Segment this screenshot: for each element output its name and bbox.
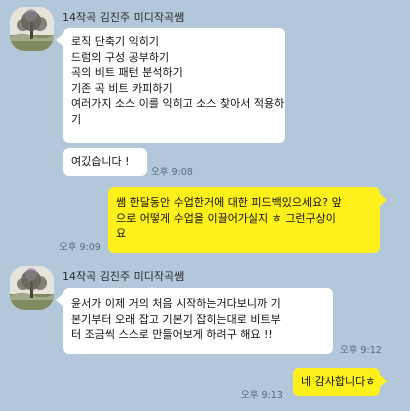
message-time: 오후 9:13 — [241, 390, 283, 401]
message-bubble[interactable]: 쌤 한달동안 수업한거에 대한 피드백있으세요? 앞 으로 어떻게 수업을 이끌… — [108, 187, 380, 253]
message-time: 오후 9:09 — [59, 242, 101, 253]
message-line: 쌤 한달동안 수업한거에 대한 피드백있으세요? 앞 — [116, 196, 342, 209]
message-bubble[interactable]: 로직 단축기 익히기 드럼의 구성 공부하기 곡의 비트 패턴 분석하기 기존 … — [63, 28, 285, 143]
message-line: 터 조금씩 스스로 만들어보게 하려구 해요 !! — [71, 328, 273, 341]
sender-name: 14작곡 김진주 미디작곡쌤 — [62, 270, 185, 283]
message-line: 요 — [116, 227, 127, 240]
bubble-tail — [56, 34, 63, 46]
message-line: 윤서가 이제 거의 처음 시작하는거다보니까 기 — [71, 297, 281, 310]
bubble-tail — [56, 294, 63, 306]
message-time: 오후 9:08 — [151, 167, 193, 178]
message-line: 기 — [71, 112, 82, 126]
message-line: 으로 어떻게 수업을 이끌어가실지 ㅎ 그런구상이 — [116, 211, 336, 225]
message-line: 본기부터 오래 잡고 기본기 잡히는대로 비트부 — [71, 312, 281, 326]
tree-landscape-photo-icon — [10, 7, 54, 51]
message-line: 여깄습니다 ! — [71, 155, 130, 168]
message-bubble[interactable]: 윤서가 이제 거의 처음 시작하는거다보니까 기 본기부터 오래 잡고 기본기 … — [63, 288, 333, 354]
message-line: 드럼의 구성 공부하기 — [71, 50, 170, 64]
tree-landscape-photo-icon — [10, 266, 54, 310]
bubble-tail — [380, 375, 387, 387]
message-line: 로직 단축기 익히기 — [71, 35, 159, 48]
message-line: 여러가지 소스 이를 익히고 소스 찾아서 적용하 — [71, 97, 285, 110]
message-line: 기존 곡 비트 카피하기 — [71, 81, 173, 95]
message-time: 오후 9:12 — [340, 345, 382, 356]
bubble-tail — [380, 194, 387, 206]
message-line: 곡의 비트 패턴 분석하기 — [71, 66, 183, 79]
message-bubble[interactable]: 네 감사합니다ㅎ — [293, 368, 380, 396]
sender-name: 14작곡 김진주 미디작곡쌤 — [62, 11, 185, 24]
message-bubble[interactable]: 여깄습니다 ! — [63, 148, 147, 176]
avatar[interactable] — [10, 266, 54, 310]
avatar[interactable] — [10, 7, 54, 51]
message-line: 네 감사합니다ㅎ — [301, 375, 376, 388]
